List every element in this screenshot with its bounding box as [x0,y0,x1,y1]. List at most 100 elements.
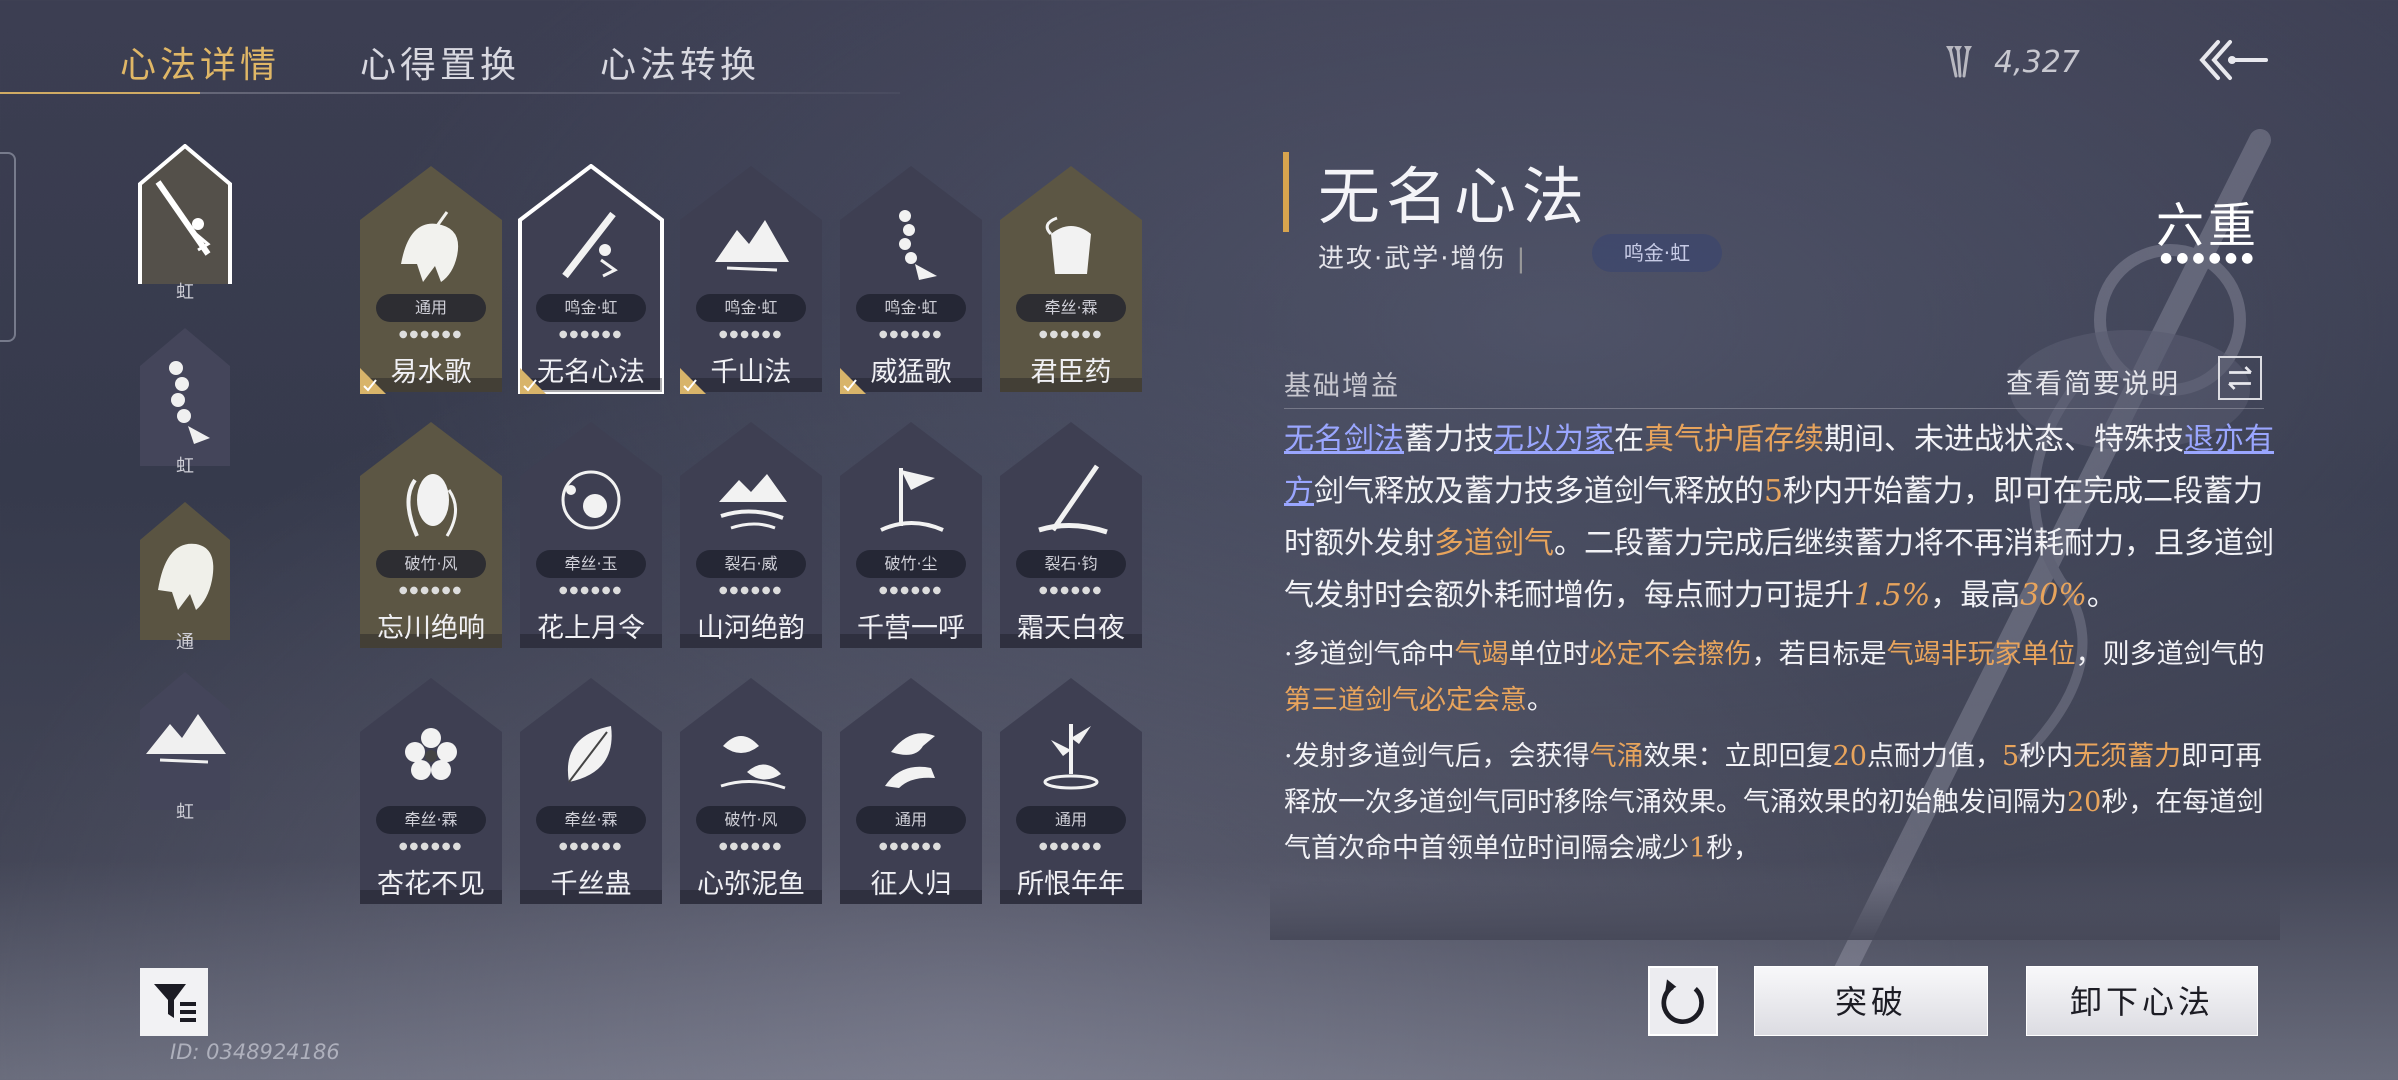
card-tier-dots: ●●●●●● [398,841,464,852]
player-id: ID: 0348924186 [170,1040,340,1064]
card-tier-dots: ●●●●●● [718,585,784,596]
spear-icon [1038,464,1108,535]
check-mark-icon [680,368,706,394]
card-name: 心弥泥鱼 [697,869,805,900]
leaf-icon [567,726,612,783]
highlight-text: 无须蓄力 [2073,741,2182,772]
description-text: ·发射多道剑气后，会获得 [1284,741,1590,772]
method-tier: 六重 [2156,198,2261,254]
card-badge: 破竹·风 [696,806,806,834]
subtitle-separator: | [1516,244,1528,274]
equipped-slot-label: 虹 [176,456,194,477]
skill-link[interactable]: 无名剑法 [1284,422,1404,457]
highlight-text: 第三道剑气必定会意 [1284,685,1527,716]
card-tier-dots: ●●●●●● [1038,329,1104,340]
highlight-text: 气竭非玩家单位 [1886,639,2076,670]
heart-method-card[interactable]: 鸣金·虹 ●●●●●● 威猛歌 [838,164,984,394]
equipped-slot-1[interactable]: 虹 [138,144,232,303]
back-arrow-icon[interactable] [2190,30,2270,90]
highlight-text: 多道剑气 [1434,526,1554,561]
blossom-icon [405,728,457,780]
tab-heart-method-details[interactable]: 心法详情 [120,36,280,88]
heart-method-card[interactable]: 裂石·钧 ●●●●●● 霜天白夜 [998,420,1144,650]
highlight-text: 真气护盾存续 [1644,422,1824,457]
highlight-text: 气竭 [1454,639,1509,670]
heart-method-card[interactable]: 牵丝·霖 ●●●●●● 杏花不见 [358,676,504,906]
tab-heart-method-convert[interactable]: 心法转换 [600,36,760,88]
ghost-face-icon [406,474,457,537]
card-badge: 牵丝·霖 [1016,294,1126,322]
description-text: ，则多道剑气的 [2075,639,2265,670]
highlight-text: 30% [2020,578,2087,613]
highlight-text: 1.5% [1854,578,1931,613]
check-mark-icon [840,368,866,394]
swap-arrows-icon[interactable] [2218,356,2262,400]
card-name: 花上月令 [537,613,645,644]
equipped-slot-4[interactable]: 虹 [138,670,232,823]
heart-method-card[interactable]: 通用 ●●●●●● 征人归 [838,676,984,906]
heart-method-card[interactable]: 牵丝·玉 ●●●●●● 花上月令 [518,420,664,650]
fish-icon [720,736,786,790]
card-name: 千丝蛊 [550,869,632,900]
highlight-text: 20 [2067,787,2102,818]
skill-link[interactable]: 无以为家 [1494,422,1614,457]
heart-method-card[interactable]: 裂石·威 ●●●●●● 山河绝韵 [678,420,824,650]
equipped-slot-2[interactable]: 虹 [138,326,232,477]
description-text: 期间、未进战状态、特殊技 [1824,422,2184,457]
card-name: 霜天白夜 [1017,613,1125,644]
description-text: 秒内 [2019,741,2074,772]
heart-method-card[interactable]: 牵丝·霖 ●●●●●● 千丝蛊 [518,676,664,906]
card-tier-dots: ●●●●●● [558,841,624,852]
section-divider [1284,408,2264,409]
description-paragraph-3: ·发射多道剑气后，会获得气涌效果：立即回复20点耐力值，5秒内无须蓄力即可再释放… [1284,734,2274,872]
card-tier-dots: ●●●●●● [718,841,784,852]
card-tier-dots: ●●●●●● [558,585,624,596]
filter-icon[interactable] [140,968,208,1036]
side-drawer-tab[interactable] [0,152,16,342]
card-name: 所恨年年 [1017,869,1125,900]
highlight-text: 气涌 [1589,741,1644,772]
section-label-basic-bonus: 基础增益 [1284,371,1400,402]
card-tier-dots: ●●●●●● [1038,585,1104,596]
card-tier-dots: ●●●●●● [398,585,464,596]
card-badge: 通用 [856,806,966,834]
bamboo-icon [1043,724,1099,790]
card-badge: 鸣金·虹 [856,294,966,322]
tab-insight-exchange[interactable]: 心得置换 [360,36,520,88]
bird-hand-icon [885,733,935,788]
heart-method-card[interactable]: 牵丝·霖 ●●●●●● 君臣药 [998,164,1144,394]
view-brief-description-link[interactable]: 查看简要说明 [2006,362,2180,401]
method-title: 无名心法 [1318,160,1591,233]
method-subtitle: 进攻·武学·增伤 | [1318,238,1537,275]
check-mark-icon [360,368,386,394]
highlight-text: 5 [2001,741,2020,772]
description-text: 。 [1527,685,1554,716]
heart-method-card[interactable]: 通用 ●●●●●● 所恨年年 [998,676,1144,906]
heart-method-card[interactable]: 通用 ●●●●●● 易水歌 [358,164,504,394]
herb-jar-icon [1045,216,1091,274]
heart-method-card[interactable]: 破竹·风 ●●●●●● 忘川绝响 [358,420,504,650]
flower-moon-icon [561,470,621,530]
heart-method-card[interactable]: 破竹·风 ●●●●●● 心弥泥鱼 [678,676,824,906]
heart-method-card[interactable]: 破竹·尘 ●●●●●● 千营一呼 [838,420,984,650]
beast-icon [401,211,459,282]
card-badge: 牵丝·霖 [376,806,486,834]
heart-method-card[interactable]: 鸣金·虹 ●●●●●● 无名心法 [518,164,664,394]
sword-icon [562,211,618,279]
card-tier-dots: ●●●●●● [878,329,944,340]
description-text: 点耐力值， [1866,741,2002,772]
currency-display: 4,327 [1940,44,2080,80]
equipped-slot-label: 通 [176,632,194,653]
highlight-text: 1 [1689,833,1707,864]
equipped-slot-3[interactable]: 通 [138,500,232,653]
card-badge: 鸣金·虹 [696,294,806,322]
heart-method-card[interactable]: 鸣金·虹 ●●●●●● 千山法 [678,164,824,394]
reset-icon[interactable] [1648,966,1718,1036]
breakthrough-button[interactable]: 突破 [1754,966,1988,1036]
description-text: ·多道剑气命中 [1284,639,1455,670]
description-text: 单位时 [1508,639,1590,670]
card-badge: 破竹·风 [376,550,486,578]
card-name: 千营一呼 [857,613,965,644]
description-text: 在 [1614,422,1644,457]
unequip-button[interactable]: 卸下心法 [2026,966,2258,1036]
